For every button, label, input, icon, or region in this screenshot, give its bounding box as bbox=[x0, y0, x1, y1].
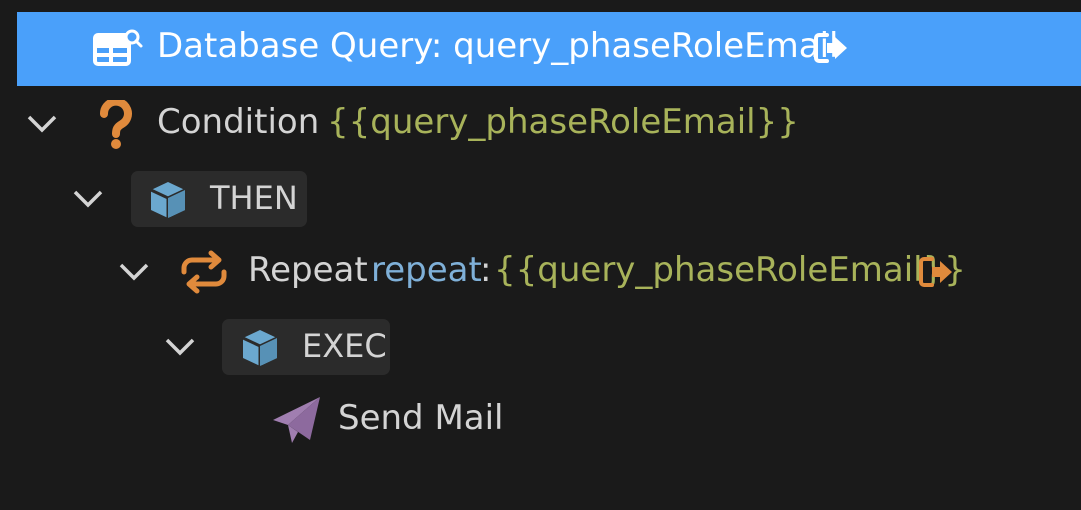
database-query-label: Database Query: query_phaseRoleEmail bbox=[157, 26, 839, 66]
paper-plane-icon bbox=[270, 394, 324, 446]
repeat-expression: {{query_phaseRoleEmail}} bbox=[494, 250, 966, 290]
tree-item-repeat[interactable]: Repeat repeat : {{query_phaseRoleEmail}} bbox=[0, 236, 1081, 308]
tree-item-then[interactable]: THEN bbox=[0, 163, 1081, 235]
tree-item-condition[interactable]: Condition {{query_phaseRoleEmail}} bbox=[0, 88, 1081, 160]
condition-label: Condition bbox=[157, 102, 320, 142]
then-label: THEN bbox=[210, 179, 298, 217]
flow-tree: Database Query: query_phaseRoleEmail Con… bbox=[0, 0, 1081, 510]
chevron-down-icon[interactable] bbox=[160, 327, 200, 367]
cube-icon bbox=[147, 179, 189, 221]
tree-item-send-mail[interactable]: Send Mail bbox=[0, 384, 1081, 456]
chevron-down-icon[interactable] bbox=[114, 252, 154, 292]
tree-item-database-query[interactable]: Database Query: query_phaseRoleEmail bbox=[17, 12, 1081, 86]
repeat-icon bbox=[178, 250, 230, 294]
question-mark-icon bbox=[96, 100, 136, 150]
exec-label: EXEC bbox=[302, 327, 387, 365]
sign-out-icon[interactable] bbox=[918, 255, 956, 289]
cube-icon bbox=[239, 327, 281, 369]
table-search-icon bbox=[92, 28, 144, 70]
condition-expression: {{query_phaseRoleEmail}} bbox=[327, 102, 799, 142]
sign-out-icon[interactable] bbox=[813, 31, 851, 65]
chevron-down-icon[interactable] bbox=[68, 179, 108, 219]
repeat-colon: : bbox=[480, 250, 492, 290]
repeat-keyword: repeat bbox=[371, 250, 482, 290]
repeat-label: Repeat bbox=[248, 250, 368, 290]
send-mail-label: Send Mail bbox=[338, 398, 504, 438]
chevron-down-icon[interactable] bbox=[22, 104, 62, 144]
tree-item-exec[interactable]: EXEC bbox=[0, 311, 1081, 383]
